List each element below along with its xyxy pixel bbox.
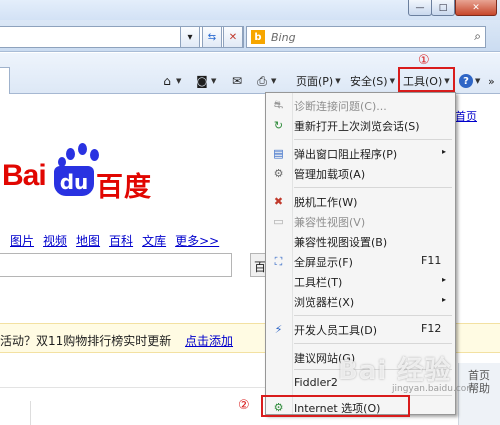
step-marker-2: ② (238, 398, 250, 413)
menu-item-explorer-bars[interactable]: 浏览器栏(X) ▸ (266, 291, 455, 311)
maximize-button[interactable]: □ (431, 0, 455, 16)
menu-item-compat-settings[interactable]: 兼容性视图设置(B) (266, 231, 455, 251)
nav-link-map[interactable]: 地图 (76, 232, 100, 249)
internet-options-highlight-box (261, 395, 410, 417)
menu-item-manage-addons[interactable]: ⚙ 管理加载项(A) (266, 163, 455, 183)
watermark-logo: Bai 经验 (338, 356, 452, 386)
offline-icon: ✖ (273, 195, 284, 208)
menu-separator (294, 139, 452, 140)
dev-tools-icon: ⚡ (274, 323, 283, 336)
divider (30, 401, 31, 425)
read-mail-button[interactable]: ✉ (230, 71, 244, 91)
title-bar: — □ ✕ (0, 0, 500, 20)
home-icon: ⌂ (163, 74, 171, 88)
baidu-nav-links: 图片 视频 地图 百科 文库 更多>> (10, 232, 219, 249)
search-icon[interactable]: ⌕ (474, 29, 481, 44)
step-marker-1: ① (418, 53, 430, 68)
print-button[interactable]: ⎙ ▼ (255, 71, 276, 91)
menu-item-compat-view[interactable]: ▭ 兼容性视图(V) (266, 211, 455, 231)
nav-link-video[interactable]: 视频 (43, 232, 67, 249)
search-placeholder: Bing (271, 31, 296, 44)
more-commands-button[interactable]: » (488, 71, 495, 91)
compat-view-icon: ▭ (273, 215, 284, 228)
menu-separator (294, 343, 452, 344)
logo-paw-toe (90, 149, 99, 161)
menu-item-fullscreen[interactable]: ⛶ 全屏显示(F) F11 (266, 251, 455, 271)
feeds-icon: ◙ (196, 74, 208, 88)
logo-paw-toe (66, 148, 75, 160)
submenu-arrow-icon: ▸ (442, 275, 447, 284)
submenu-arrow-icon: ▸ (442, 147, 447, 156)
search-input[interactable]: b Bing ⌕ (246, 26, 486, 48)
set-home-link[interactable]: 首页 (455, 108, 477, 124)
promo-banner-link[interactable]: 点击添加 (185, 332, 233, 349)
address-bar-row: ▾ ⇆ ✕ b Bing ⌕ (0, 20, 500, 52)
menu-item-popup-blocker[interactable]: ▤ 弹出窗口阻止程序(P) ▸ (266, 143, 455, 163)
fullscreen-icon: ⛶ (274, 254, 283, 268)
addons-icon: ⚙ (273, 167, 284, 180)
diagnose-icon: ⛐ (273, 98, 284, 111)
nav-link-wenku[interactable]: 文库 (142, 232, 166, 249)
popup-blocker-icon: ▤ (273, 147, 284, 160)
refresh-icon[interactable]: ⇆ (202, 26, 222, 48)
menu-item-toolbars[interactable]: 工具栏(T) ▸ (266, 271, 455, 291)
print-icon: ⎙ (257, 73, 267, 88)
shortcut-label: F11 (421, 254, 442, 267)
feeds-button[interactable]: ◙ ▼ (195, 71, 216, 91)
menu-item-dev-tools[interactable]: ⚡ 开发人员工具(D) F12 (266, 319, 455, 339)
help-button[interactable]: ? ▼ (459, 71, 480, 91)
watermark-url: jingyan.baidu.com (392, 384, 476, 394)
promo-banner-text: 活动？双11购物排行榜实时更新 (0, 334, 172, 348)
nav-link-more[interactable]: 更多>> (175, 232, 219, 249)
stop-icon[interactable]: ✕ (223, 26, 243, 48)
close-window-button[interactable]: ✕ (455, 0, 497, 16)
bing-logo-icon: b (251, 30, 265, 44)
safety-menu-button[interactable]: 安全(S) ▼ (350, 71, 395, 91)
menu-item-work-offline[interactable]: ✖ 脱机工作(W) (266, 191, 455, 211)
active-tab[interactable] (0, 67, 10, 94)
home-button[interactable]: ⌂ ▼ (160, 71, 181, 91)
baidu-search-input[interactable] (0, 253, 232, 277)
tools-highlight-box (398, 67, 455, 92)
chevron-more-icon: » (488, 74, 495, 88)
mail-icon: ✉ (231, 74, 243, 88)
baidu-logo-chinese: 百度 (96, 172, 152, 203)
menu-item-reopen-session[interactable]: ↻ 重新打开上次浏览会话(S) (266, 115, 455, 135)
submenu-arrow-icon: ▸ (442, 295, 447, 304)
baidu-logo-text: Bai (2, 159, 47, 192)
nav-link-baike[interactable]: 百科 (109, 232, 133, 249)
reopen-icon: ↻ (273, 119, 284, 132)
menu-separator (294, 187, 452, 188)
menu-item-diagnose[interactable]: ⛐ 诊断连接问题(C)... (266, 95, 455, 115)
logo-paw-toe (78, 143, 87, 155)
minimize-button[interactable]: — (408, 0, 432, 16)
shortcut-label: F12 (421, 322, 442, 335)
address-dropdown-button[interactable]: ▾ (180, 26, 200, 48)
baidu-logo-badge: du (54, 166, 94, 196)
page-menu-button[interactable]: 页面(P) ▼ (296, 71, 341, 91)
menu-separator (294, 315, 452, 316)
divider (0, 387, 265, 388)
nav-link-images[interactable]: 图片 (10, 232, 34, 249)
help-icon: ? (459, 74, 473, 88)
